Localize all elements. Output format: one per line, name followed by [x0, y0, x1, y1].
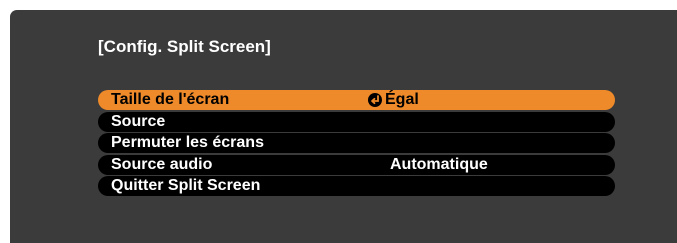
panel-title: [Config. Split Screen]: [98, 37, 271, 56]
settings-menu: Taille de l'écran Égal Source Permuter l…: [98, 90, 615, 198]
menu-item-label: Source audio: [111, 155, 213, 173]
menu-item-source[interactable]: Source: [98, 111, 615, 132]
menu-item-screen-size[interactable]: Taille de l'écran Égal: [98, 90, 615, 110]
menu-item-label: Quitter Split Screen: [111, 177, 261, 194]
menu-item-label: Permuter les écrans: [111, 134, 264, 151]
menu-item-swap-screens[interactable]: Permuter les écrans: [98, 133, 615, 153]
menu-item-audio-source[interactable]: Source audio Automatique: [98, 154, 615, 175]
menu-item-label: Source: [111, 112, 166, 130]
menu-item-exit-split-screen[interactable]: Quitter Split Screen: [98, 176, 615, 196]
menu-item-value: Automatique: [390, 155, 488, 173]
menu-item-label: Taille de l'écran: [111, 91, 230, 108]
enter-icon: [368, 93, 382, 107]
menu-item-value: Égal: [385, 91, 419, 108]
split-screen-config-panel: [Config. Split Screen] Taille de l'écran…: [10, 10, 677, 243]
